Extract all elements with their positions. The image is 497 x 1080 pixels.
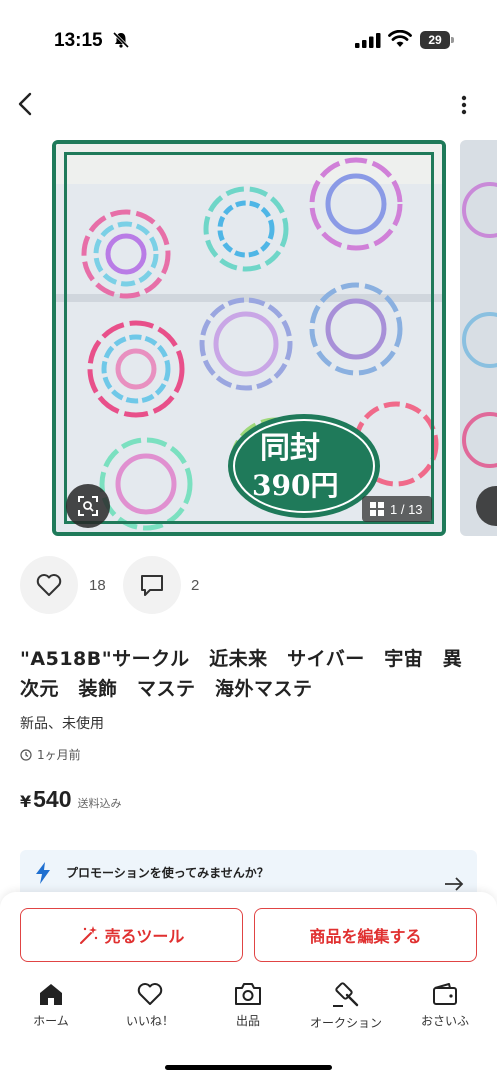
wifi-icon (388, 30, 412, 47)
tab-likes-label: いいね！ (125, 1014, 174, 1028)
wallet-icon (433, 983, 457, 1005)
badge-text-line2: 390円 (252, 469, 339, 502)
like-button[interactable] (20, 556, 78, 614)
bottom-tab-bar: ホーム いいね！ 出品 オークション おさいふ (0, 982, 497, 1042)
magic-wand-icon (79, 926, 97, 944)
bottom-action-sheet: 売るツール 商品を編集する ホーム いいね！ 出品 オークション おさいふ (0, 892, 497, 1080)
sell-tool-button[interactable]: 売るツール (20, 908, 243, 962)
badge-text-line1: 同封 (260, 431, 320, 466)
tab-wallet[interactable]: おさいふ (400, 982, 490, 1042)
sell-tool-label: 売るツール (104, 927, 185, 946)
tab-wallet-label: おさいふ (420, 1014, 469, 1028)
product-price: ¥ 540 送料込み (20, 786, 122, 813)
heart-icon (36, 574, 62, 596)
image-carousel[interactable]: 同封 390円 1 / 13 (0, 140, 497, 538)
bell-muted-icon (112, 31, 130, 49)
tab-listing[interactable]: 出品 (203, 982, 293, 1042)
image-search-button[interactable] (66, 484, 110, 528)
lightning-icon (36, 862, 50, 884)
shipping-note: 送料込み (77, 797, 122, 810)
heart-outline-icon (137, 983, 163, 1005)
tab-likes[interactable]: いいね！ (105, 982, 195, 1042)
like-count: 18 (89, 577, 106, 594)
image-counter-text: 1 / 13 (390, 501, 423, 517)
tab-home[interactable]: ホーム (6, 982, 96, 1042)
tab-listing-label: 出品 (235, 1014, 260, 1028)
scan-icon (78, 496, 98, 516)
next-product-image[interactable] (460, 140, 497, 536)
price-amount: 540 (33, 786, 72, 812)
tab-auction-label: オークション (309, 1016, 382, 1030)
status-time: 13:15 (54, 30, 103, 51)
currency-symbol: ¥ (20, 792, 32, 811)
edit-item-button[interactable]: 商品を編集する (254, 908, 477, 962)
battery-icon: 29 (420, 31, 454, 49)
comment-count: 2 (191, 577, 200, 594)
listing-time-text: 1ヶ月前 (37, 748, 81, 762)
arrow-right-icon (445, 877, 464, 891)
tab-home-label: ホーム (33, 1014, 69, 1028)
battery-level: 29 (420, 31, 450, 49)
more-options-icon[interactable] (455, 93, 473, 117)
status-bar: 13:15 29 (0, 0, 497, 80)
home-indicator (165, 1065, 332, 1070)
image-counter: 1 / 13 (362, 496, 432, 522)
product-title: "A518B"サークル 近未来 サイバー 宇宙 異次元 装飾 マステ 海外マステ (20, 648, 463, 700)
edit-item-label: 商品を編集する (309, 927, 422, 946)
promotion-text: プロモーションを使ってみませんか？ (66, 866, 269, 880)
comment-icon (141, 575, 163, 596)
next-product-photo (462, 182, 497, 468)
tab-auction[interactable]: オークション (301, 982, 391, 1042)
product-condition: 新品、未使用 (20, 716, 104, 732)
listing-time: 1ヶ月前 (20, 746, 81, 763)
comment-button[interactable] (123, 556, 181, 614)
gavel-icon (333, 982, 359, 1007)
clock-icon (20, 748, 32, 761)
grid-icon (370, 502, 384, 516)
back-arrow-icon[interactable] (14, 90, 38, 118)
signal-icon (355, 33, 381, 48)
home-icon (40, 984, 62, 1005)
camera-icon (235, 983, 261, 1005)
